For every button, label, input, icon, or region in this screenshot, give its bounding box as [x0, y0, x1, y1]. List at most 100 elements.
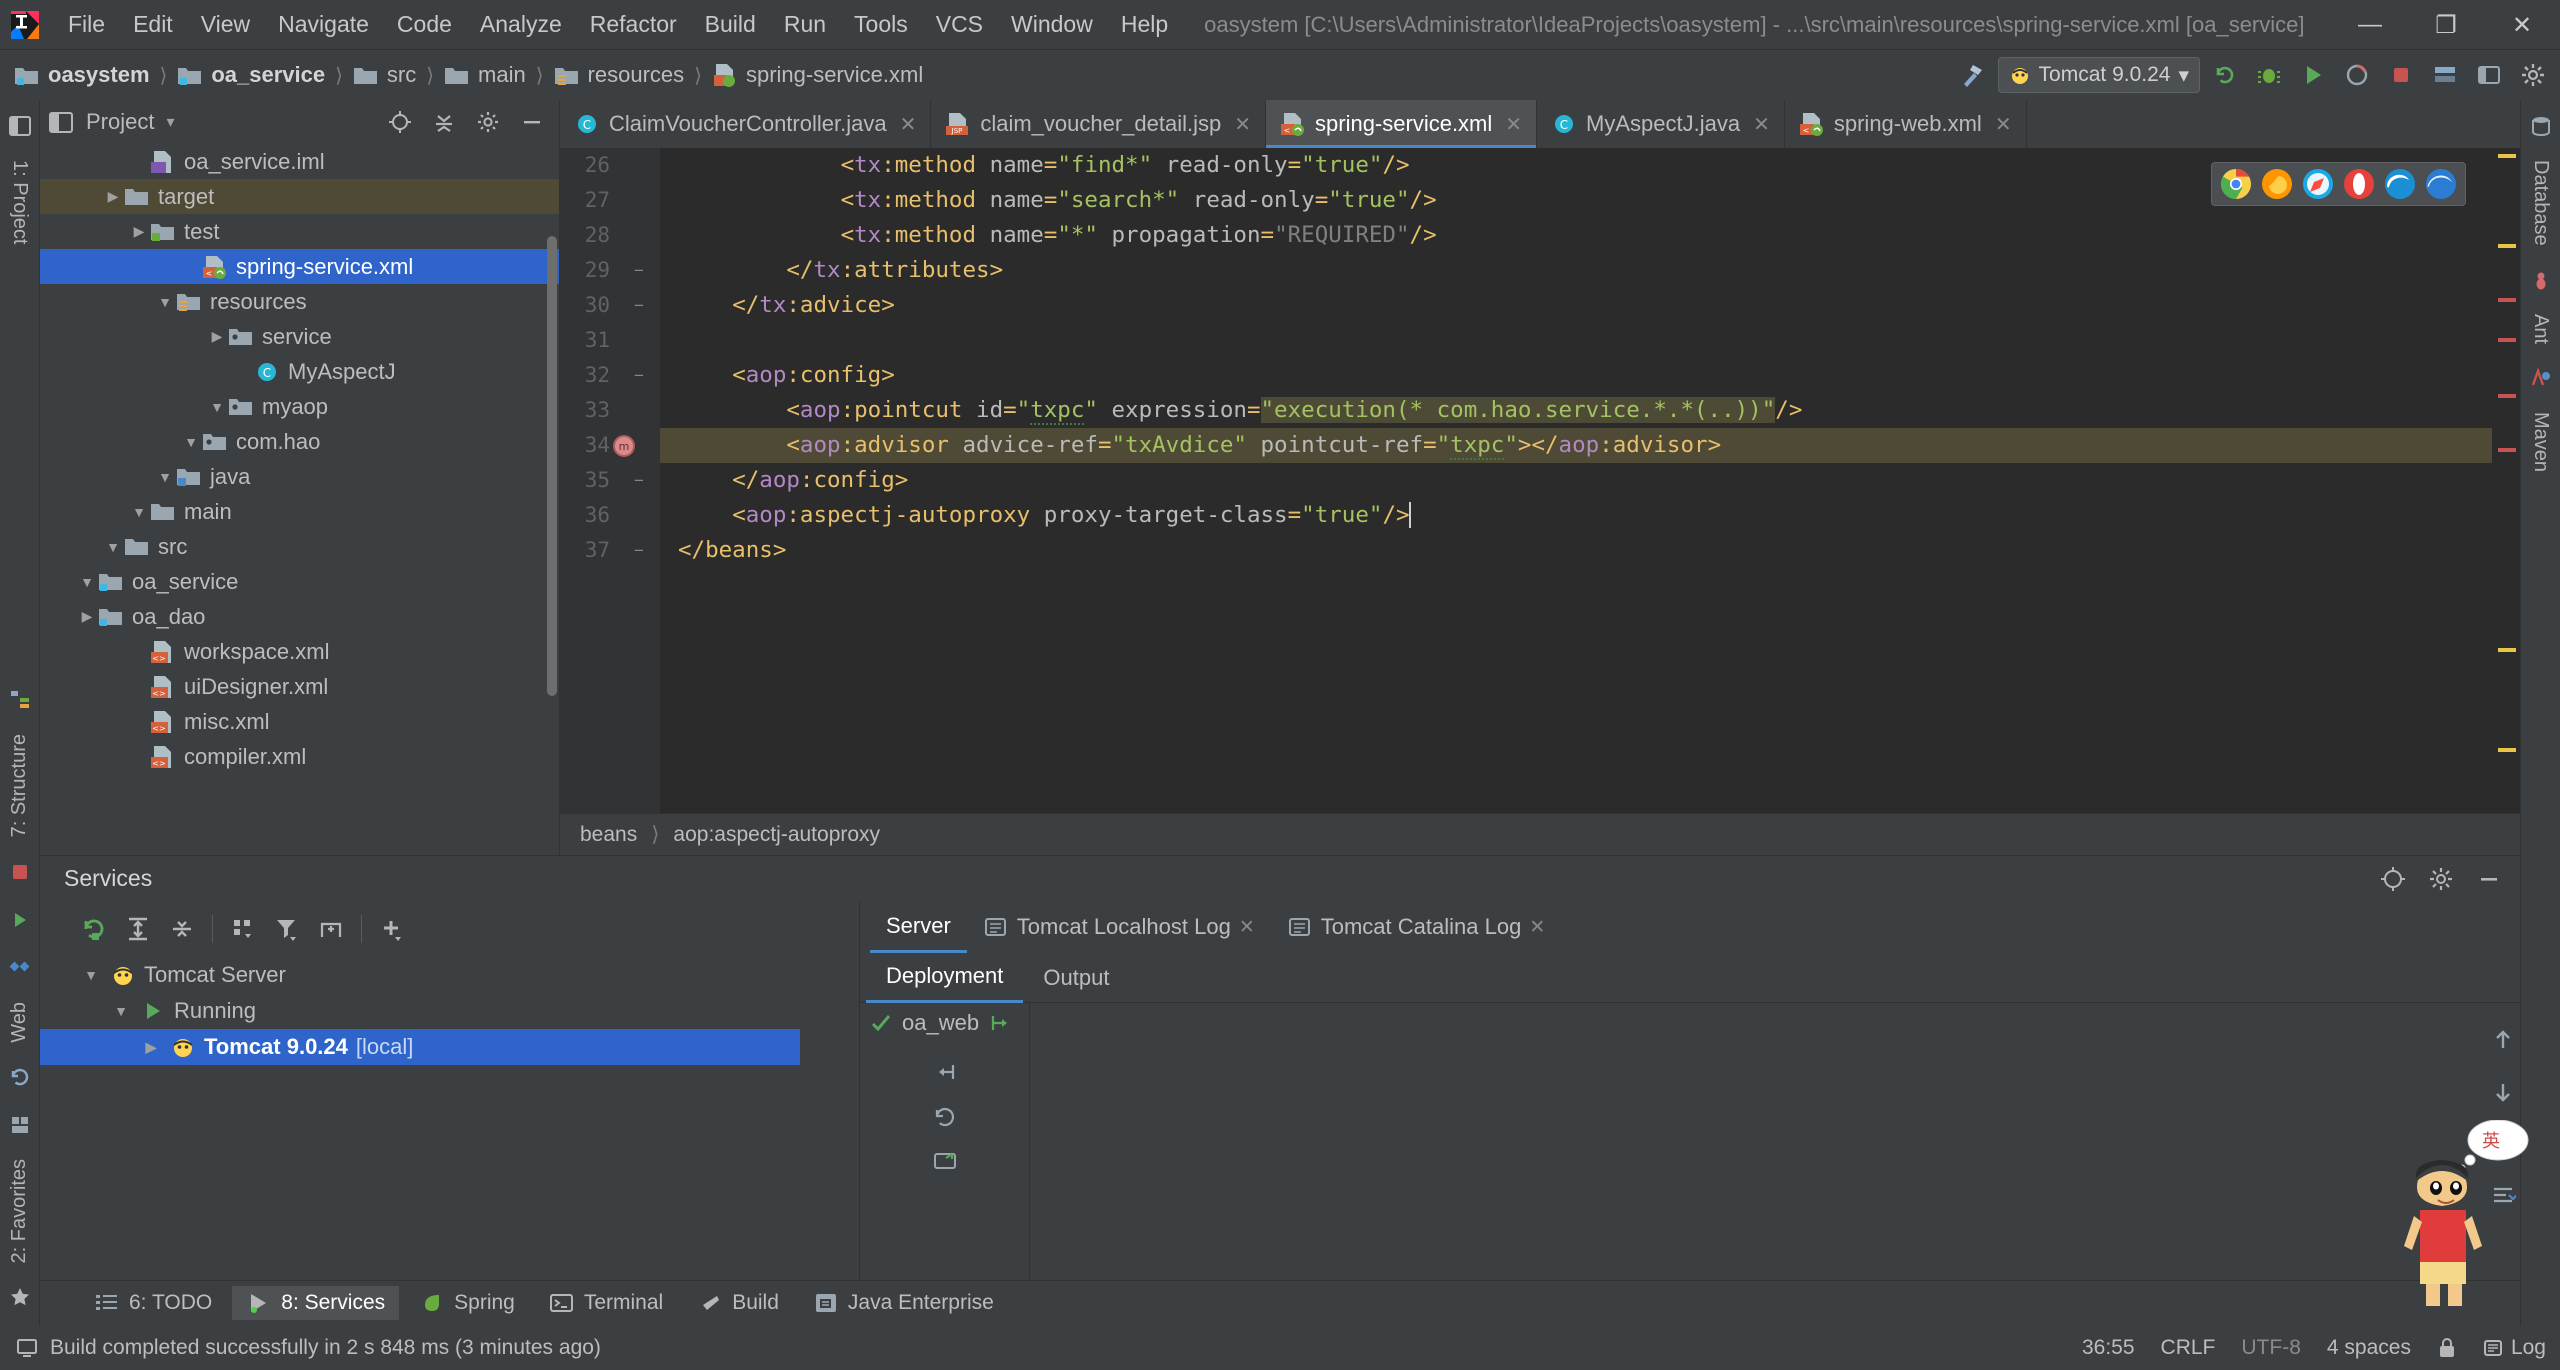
chevron-down-icon[interactable]: ▼ — [80, 967, 102, 983]
project-tree-item-java[interactable]: ▼ java — [40, 459, 559, 494]
deployment-item-oa_web[interactable]: oa_web — [860, 1003, 1011, 1043]
code-line-36[interactable]: <aop:aspectj-autoproxy proxy-target-clas… — [660, 498, 2492, 533]
server-output-pane[interactable] — [1030, 1003, 2520, 1280]
breadcrumb-item-resources[interactable]: resources — [554, 62, 684, 88]
scroll-up-icon[interactable] — [2490, 1027, 2516, 1053]
code-line-29[interactable]: </tx:attributes> — [660, 253, 2492, 288]
project-tree-item-service[interactable]: ▶ service — [40, 319, 559, 354]
rerun-icon[interactable] — [2206, 56, 2244, 94]
code-line-32[interactable]: <aop:config> — [660, 358, 2492, 393]
menu-build[interactable]: Build — [691, 7, 770, 42]
redeploy-icon[interactable] — [933, 1105, 957, 1129]
hide-icon[interactable] — [513, 103, 551, 141]
editor-tab-myaspectj-java[interactable]: C MyAspectJ.java ✕ — [1537, 100, 1785, 148]
services-tree[interactable]: ▼ Tomcat Server ▼ Running ▶ Tomcat 9.0.24 [loc… — [40, 957, 859, 1280]
chevron-down-icon[interactable]: ▼ — [180, 434, 202, 450]
project-tree-item-oa_service-iml[interactable]: oa_service.iml — [40, 144, 559, 179]
safari-icon[interactable] — [2302, 168, 2334, 200]
chevron-down-icon[interactable]: ▼ — [110, 1003, 132, 1019]
indent-setting[interactable]: 4 spaces — [2327, 1336, 2411, 1360]
web-strip-icon[interactable] — [2, 950, 38, 986]
favorites-star-icon[interactable] — [2, 1279, 38, 1315]
project-tree-item-oa_service[interactable]: ▼ oa_service — [40, 564, 559, 599]
breakpoint-icon[interactable]: m — [612, 434, 636, 458]
close-icon[interactable]: ✕ — [900, 112, 917, 137]
close-icon[interactable]: ✕ — [1234, 112, 1251, 137]
tool-window-button-6--todo[interactable]: 6: TODO — [80, 1286, 226, 1320]
tool-window-button-build[interactable]: Build — [683, 1286, 793, 1320]
services-tab-tomcat-localhost-log[interactable]: Tomcat Localhost Log ✕ — [967, 901, 1271, 953]
services-tree-item-running[interactable]: ▼ Running — [40, 993, 859, 1029]
chevron-right-icon[interactable]: ▶ — [140, 1039, 162, 1056]
database-strip-icon[interactable] — [2523, 108, 2559, 144]
locate-icon[interactable] — [2374, 860, 2412, 898]
minimize-button[interactable]: — — [2332, 0, 2408, 50]
chevron-down-icon[interactable]: ▾ — [166, 112, 174, 132]
strip-item-structure[interactable]: 7: Structure — [8, 724, 31, 847]
chevron-down-icon[interactable]: ▼ — [206, 399, 228, 415]
project-tree-item-oa_dao[interactable]: ▶ oa_dao — [40, 599, 559, 634]
chevron-right-icon[interactable]: ▶ — [102, 188, 124, 205]
event-log-button[interactable]: Log — [2483, 1336, 2546, 1360]
structure-strip-icon[interactable] — [2, 682, 38, 718]
chevron-down-icon[interactable]: ▼ — [76, 574, 98, 590]
menu-navigate[interactable]: Navigate — [264, 7, 383, 42]
breadcrumb-aspectj[interactable]: aop:aspectj-autoproxy — [673, 823, 880, 847]
fold-marker[interactable]: − — [622, 261, 656, 281]
chevron-down-icon[interactable]: ▼ — [154, 469, 176, 485]
add-service-icon[interactable] — [378, 915, 406, 943]
breadcrumb-item-spring-service-xml[interactable]: spring-service.xml — [712, 62, 923, 88]
close-icon[interactable]: ✕ — [1995, 112, 2012, 137]
gutter-line-31[interactable]: 31 — [560, 323, 660, 358]
code-line-31[interactable] — [660, 323, 2492, 358]
stop-icon[interactable] — [2382, 56, 2420, 94]
group-icon[interactable] — [229, 915, 257, 943]
chevron-right-icon[interactable]: ▶ — [76, 608, 98, 625]
editor-tab-claimvouchercontroller-java[interactable]: C ClaimVoucherController.java ✕ — [560, 100, 932, 148]
services-subtab-output[interactable]: Output — [1023, 953, 1129, 1003]
tool-window-button-spring[interactable]: Spring — [405, 1286, 529, 1320]
project-tree-item-compiler-xml[interactable]: <> compiler.xml — [40, 739, 559, 774]
collapse-all-icon[interactable] — [425, 103, 463, 141]
edge-icon[interactable] — [2425, 168, 2457, 200]
project-tree-scrollbar[interactable] — [547, 236, 557, 696]
close-button[interactable]: ✕ — [2484, 0, 2560, 50]
tool-window-button-terminal[interactable]: Terminal — [535, 1286, 677, 1320]
menu-view[interactable]: View — [187, 7, 264, 42]
hammer-icon[interactable] — [1954, 56, 1992, 94]
expand-all-icon[interactable] — [124, 915, 152, 943]
rerun-icon[interactable] — [80, 915, 108, 943]
gutter-line-33[interactable]: 33 — [560, 393, 660, 428]
chevron-right-icon[interactable]: ▶ — [128, 223, 150, 240]
services-tree-item-tomcat-server[interactable]: ▼ Tomcat Server — [40, 957, 859, 993]
gear-icon[interactable] — [2422, 860, 2460, 898]
fold-marker[interactable]: − — [622, 296, 656, 316]
run-configuration-selector[interactable]: Tomcat 9.0.24 ▾ — [1997, 57, 2200, 93]
project-tree-item-misc-xml[interactable]: <> misc.xml — [40, 704, 559, 739]
gutter-line-28[interactable]: 28 — [560, 218, 660, 253]
scroll-down-icon[interactable] — [2490, 1079, 2516, 1105]
editor-tab-spring-web-xml[interactable]: < spring-web.xml ✕ — [1785, 100, 2027, 148]
menu-edit[interactable]: Edit — [119, 7, 187, 42]
chevron-down-icon[interactable]: ▼ — [128, 504, 150, 520]
fold-marker[interactable]: − — [622, 541, 656, 561]
hide-icon[interactable] — [2470, 860, 2508, 898]
menu-refactor[interactable]: Refactor — [576, 7, 691, 42]
services-tree-item-tomcat-9-0-24[interactable]: ▶ Tomcat 9.0.24 [local] — [40, 1029, 800, 1065]
firefox-icon[interactable] — [2261, 168, 2293, 200]
chevron-down-icon[interactable]: ▼ — [102, 539, 124, 555]
deploy-icon[interactable] — [2426, 56, 2464, 94]
file-encoding[interactable]: UTF-8 — [2241, 1336, 2301, 1360]
chevron-down-icon[interactable]: ▼ — [154, 294, 176, 310]
menu-code[interactable]: Code — [383, 7, 466, 42]
services-subtab-deployment[interactable]: Deployment — [866, 953, 1024, 1003]
project-tree-item-resources[interactable]: ▼ resources — [40, 284, 559, 319]
services-tab-server[interactable]: Server — [870, 901, 967, 953]
breadcrumb-item-oa_service[interactable]: oa_service — [177, 62, 325, 88]
project-tree[interactable]: oa_service.iml ▶ target ▶ test < spring-servic… — [40, 144, 559, 855]
collapse-all-icon[interactable] — [168, 915, 196, 943]
menu-run[interactable]: Run — [770, 7, 840, 42]
gutter-line-30[interactable]: 30− — [560, 288, 660, 323]
code-line-35[interactable]: </aop:config> — [660, 463, 2492, 498]
strip-item-ant[interactable]: Ant — [2529, 304, 2552, 354]
